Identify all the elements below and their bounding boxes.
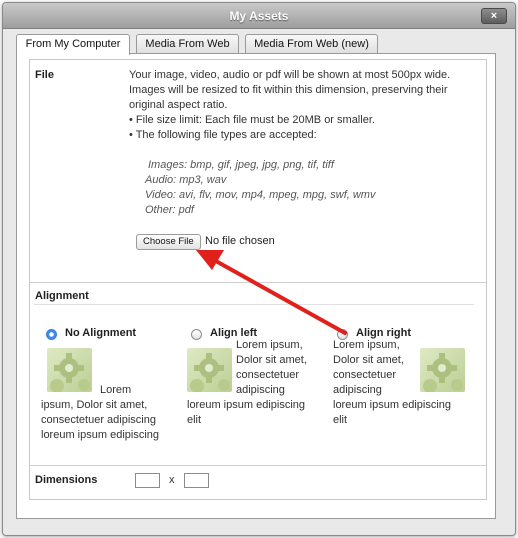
preview-text: Dolor sit amet, [333,354,404,366]
file-info-line: Images will be resized to fit within thi… [129,84,448,96]
section-divider [30,282,486,283]
preview-text: loreum ipsum edipiscing [333,399,451,411]
radio-align-left[interactable] [191,329,202,340]
preview-text: Lorem ipsum, [236,339,303,351]
preview-text: adipiscing [333,384,382,396]
file-type-line: Audio: mp3, wav [145,174,227,186]
preview-text: loreum ipsum edipiscing [187,399,305,411]
preview-text: Lorem [100,384,132,396]
accepted-file-types: Images: bmp, gif, jpeg, jpg, png, tif, t… [145,158,375,218]
preview-text: consectetuer [333,369,396,381]
height-input[interactable] [184,473,209,488]
preview-text: elit [333,414,348,426]
section-divider [30,465,486,466]
tab-media-from-web[interactable]: Media From Web [136,34,239,54]
tab-panel: File Your image, video, audio or pdf wil… [16,53,496,519]
tab-from-my-computer[interactable]: From My Computer [16,34,130,55]
dialog-title: My Assets [229,9,289,23]
gear-icon [50,353,90,392]
alignment-section-label: Alignment [35,290,89,302]
preview-text: adipiscing [236,384,285,396]
close-button[interactable]: × [481,8,507,24]
preview-text: consectetuer adipiscing [41,414,156,426]
assets-form: File Your image, video, audio or pdf wil… [29,59,487,500]
gear-image [420,348,465,392]
title-bar[interactable]: My Assets × [3,3,515,29]
tab-media-from-web-new[interactable]: Media From Web (new) [245,34,378,54]
file-section-label: File [35,69,54,81]
file-info-line: Your image, video, audio or pdf will be … [129,69,451,81]
file-info-text: Your image, video, audio or pdf will be … [129,68,479,143]
file-info-line: • The following file types are accepted: [129,129,317,141]
file-status-text: No file chosen [205,235,275,247]
file-type-line: Other: pdf [145,204,194,216]
gear-icon [190,353,230,392]
preview-text: ipsum, Dolor sit amet, [41,399,148,411]
dimension-separator: x [169,474,175,486]
preview-text: Dolor sit amet, [236,354,307,366]
choose-file-button[interactable]: Choose File [136,234,201,250]
gear-icon [423,353,463,392]
radio-no-alignment[interactable] [46,329,57,340]
file-type-line: Images: bmp, gif, jpeg, jpg, png, tif, t… [148,159,334,171]
preview-text: Lorem ipsum, [333,339,400,351]
no-alignment-label[interactable]: No Alignment [65,327,136,339]
preview-text: loreum ipsum edipiscing [41,429,159,441]
alignment-underline [34,304,474,305]
dimensions-section-label: Dimensions [35,474,98,486]
file-info-line: original aspect ratio. [129,99,228,111]
preview-text: consectetuer [236,369,299,381]
gear-image [187,348,232,392]
file-type-line: Video: avi, flv, mov, mp4, mpeg, mpg, sw… [145,189,376,201]
preview-text: elit [187,414,202,426]
file-info-line: • File size limit: Each file must be 20M… [129,114,375,126]
gear-image [47,348,92,392]
width-input[interactable] [135,473,160,488]
